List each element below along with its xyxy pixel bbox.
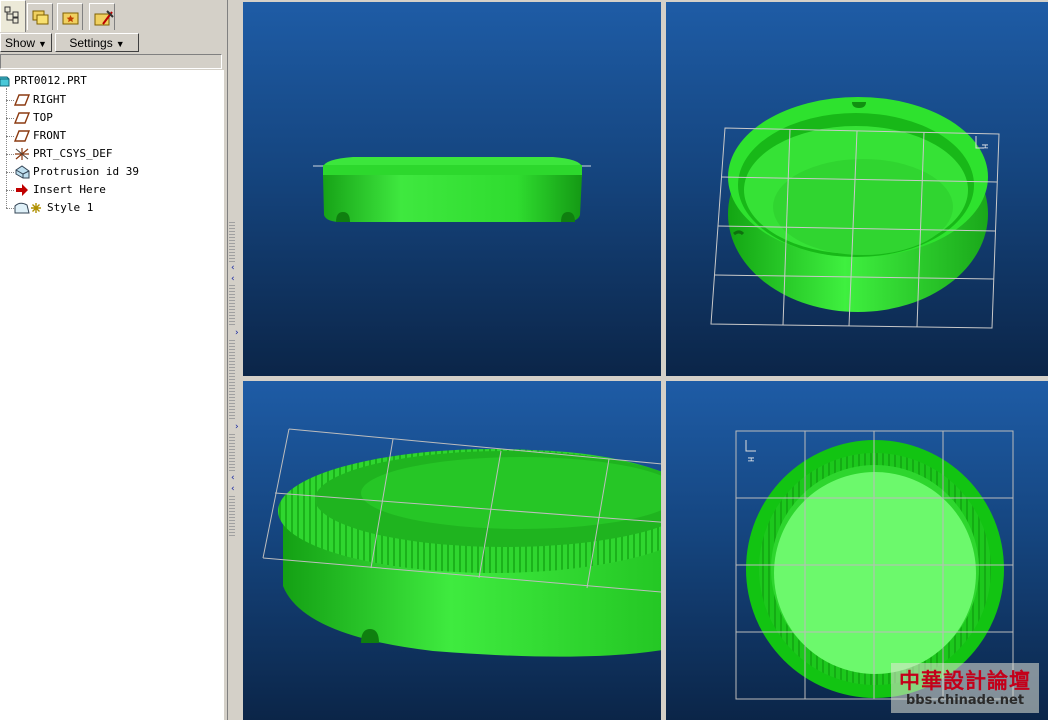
viewport-perspective-view[interactable] [243,381,661,720]
datum-grid [735,430,1014,700]
insert-arrow-icon [16,184,28,196]
settings-menu-button[interactable]: Settings ▼ [55,33,139,52]
tree-item-label: FRONT [33,129,67,142]
tree-item-label: Insert Here [33,183,106,196]
splitter-grip[interactable] [229,496,235,536]
dropdown-arrow-icon: ▼ [115,39,125,49]
tab-favorites[interactable] [57,3,83,30]
style-feature-icon [14,202,41,214]
tree-header-bar [0,54,222,69]
tools-folder-icon [94,10,114,26]
panel-splitter[interactable]: ‹ ‹ › › ‹ ‹ [224,0,242,720]
splitter-grip[interactable] [229,222,235,262]
viewport-front-view[interactable] [243,2,661,376]
tab-model-tree[interactable] [0,0,26,32]
site-watermark: 中華設計論壇 bbs.chinade.net [891,663,1039,713]
tree-item-label: Protrusion id 39 [33,165,139,178]
axis-label: H [746,457,755,462]
coordinate-system-icon [15,148,29,160]
splitter-grip[interactable] [229,285,235,327]
folders-icon [32,10,49,25]
datum-plane-icon [14,130,30,142]
collapse-arrow-icon[interactable]: ‹ [231,263,235,273]
expand-arrow-icon[interactable]: › [235,422,239,432]
model-render-isometric: H [710,97,1000,329]
tree-item-label: TOP [33,111,53,124]
dropdown-arrow-icon: ▼ [38,39,47,49]
collapse-arrow-icon[interactable]: ‹ [231,274,235,284]
favorites-folder-icon [62,12,79,25]
navigator-tabs [0,0,227,32]
show-menu-label: Show [5,36,36,50]
tree-root-label: PRT0012.PRT [14,74,87,87]
tree-item-label: PRT_CSYS_DEF [33,147,113,160]
model-tree-panel: Show▼ Settings▼ PRT0012.PRT RIGHT TOP [0,0,227,720]
tree-toolbar: Show ▼ Settings ▼ [0,32,227,54]
tree-item-label: RIGHT [33,93,67,106]
tab-connections[interactable] [89,3,115,30]
tree-item-label: Style 1 [47,201,94,214]
tab-folder-browser[interactable] [27,3,53,30]
show-menu-button[interactable]: Show ▼ [0,33,52,52]
protrusion-icon [15,165,30,179]
collapse-arrow-icon[interactable]: ‹ [231,473,235,483]
watermark-title: 中華設計論壇 [899,668,1031,693]
model-tree: PRT0012.PRT RIGHT TOP FRONT PRT_CSYS_DEF… [0,70,224,720]
watermark-url: bbs.chinade.net [905,693,1025,708]
model-tree-icon [4,6,19,24]
model-render-side [313,157,591,222]
viewport-isometric-view[interactable]: H [666,2,1048,376]
splitter-grip[interactable] [229,434,235,472]
datum-plane-icon [14,112,30,124]
part-icon [0,76,10,87]
model-render-perspective [262,428,661,657]
expand-arrow-icon[interactable]: › [235,328,239,338]
datum-plane-icon [14,94,30,106]
collapse-arrow-icon[interactable]: ‹ [231,484,235,494]
axis-label: H [980,144,989,149]
splitter-grip[interactable] [229,340,235,420]
settings-menu-label: Settings [69,36,113,50]
